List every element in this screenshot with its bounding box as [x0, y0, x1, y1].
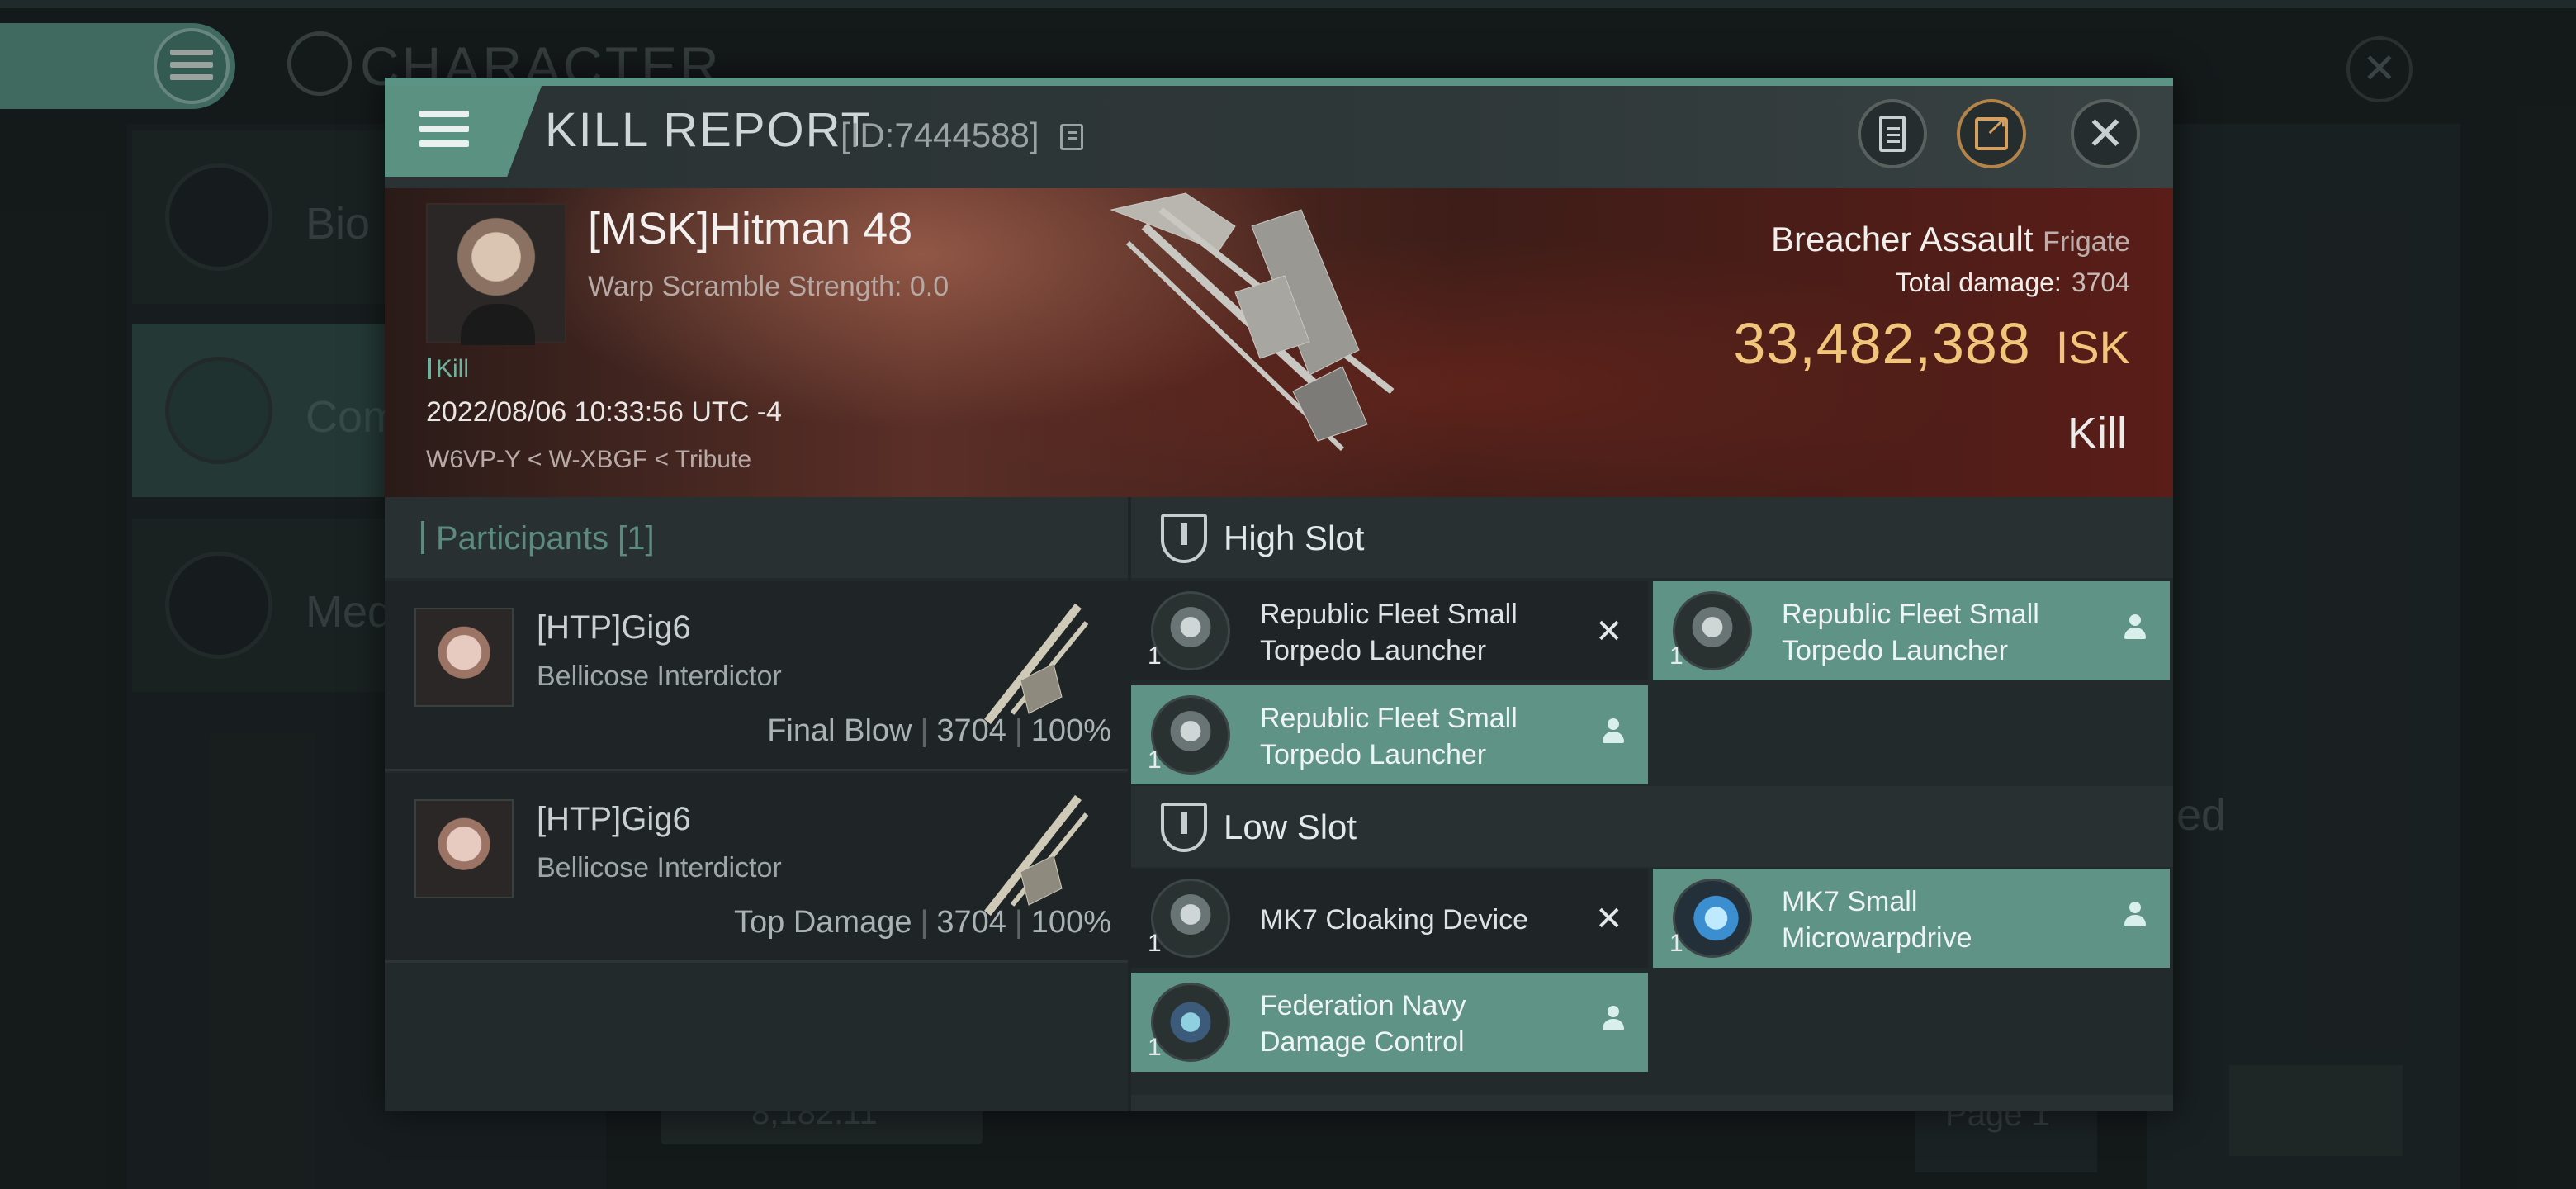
kill-report-dialog: KILL REPORT [ID:7444588] ✕ [MSK]Hitman 4…	[385, 78, 2173, 1111]
clipboard-icon	[1879, 116, 1906, 152]
fittings-panel: High Slot 1 Republic Fleet Small Torpedo…	[1131, 497, 2173, 1111]
microwarpdrive-icon	[1673, 879, 1752, 958]
torpedo-launcher-icon	[1151, 695, 1230, 775]
module-quantity: 1	[1669, 930, 1683, 957]
isk-value-row: 33,482,388 ISK	[1733, 310, 2130, 377]
participant-damage: 3704	[936, 905, 1006, 940]
module-name: Republic Fleet Small Torpedo Launcher	[1260, 703, 1518, 770]
participant-ship: Bellicose Interdictor	[537, 661, 782, 692]
kill-id: [ID:7444588]	[841, 116, 1039, 154]
dialog-accent-line	[385, 78, 2173, 86]
torpedo-launcher-icon	[1151, 591, 1230, 670]
dropped-person-icon	[1602, 1006, 1625, 1035]
mid-slot-header-partial	[1131, 1095, 2173, 1111]
dropped-person-icon	[2124, 614, 2147, 644]
victim-ship-image	[1110, 192, 1395, 452]
module-name: MK7 Cloaking Device	[1260, 904, 1529, 936]
high-slot-title: High Slot	[1224, 519, 1365, 557]
module-quantity: 1	[1148, 1034, 1162, 1061]
ship-name: Breacher Assault	[1770, 220, 2034, 258]
module-quantity: 1	[1148, 642, 1162, 670]
participant-name: [HTP]Gig6	[537, 801, 691, 837]
module-item[interactable]: 1 MK7 Cloaking Device ✕	[1131, 869, 1648, 968]
low-slot-header: Low Slot	[1131, 786, 2173, 867]
destroyed-icon: ✕	[1595, 613, 1623, 650]
cloaking-device-icon	[1151, 879, 1230, 958]
destroyed-icon: ✕	[1595, 901, 1623, 937]
isk-unit: ISK	[2055, 321, 2130, 373]
module-quantity: 1	[1148, 746, 1162, 774]
module-name: Republic Fleet Small Torpedo Launcher	[1260, 599, 1518, 666]
low-slot-title: Low Slot	[1224, 808, 1357, 846]
participant-role: Final Blow	[767, 713, 912, 748]
participant-row[interactable]: [HTP]Gig6 Bellicose Interdictor Final Bl…	[385, 581, 1128, 771]
high-slot-header: High Slot	[1131, 497, 2173, 578]
participant-stats: Top Damage | 3704 | 100%	[734, 905, 1111, 940]
dropped-person-icon	[2124, 902, 2147, 931]
dialog-title: KILL REPORT	[545, 103, 872, 157]
share-button[interactable]	[1957, 99, 2026, 168]
participant-percent: 100%	[1030, 713, 1111, 748]
low-slot-icon	[1161, 803, 1207, 852]
dropped-person-icon	[1602, 718, 1625, 748]
module-name: MK7 Small Microwarpdrive	[1782, 886, 1972, 954]
participant-ship: Bellicose Interdictor	[537, 852, 782, 883]
victim-name[interactable]: [MSK]Hitman 48	[588, 203, 912, 254]
high-slot-icon	[1161, 514, 1207, 563]
close-icon: ✕	[2086, 107, 2125, 159]
participant-percent: 100%	[1030, 905, 1111, 940]
participants-panel: Participants [1] [HTP]Gig6 Bellicose Int…	[385, 497, 1128, 1111]
kill-tag: Kill	[428, 355, 469, 383]
module-name: Federation Navy Damage Control	[1260, 990, 1466, 1058]
participant-avatar	[414, 608, 514, 707]
share-icon	[1975, 109, 2009, 150]
torpedo-launcher-icon	[1673, 591, 1752, 670]
module-quantity: 1	[1669, 642, 1683, 670]
participant-stats: Final Blow | 3704 | 100%	[767, 713, 1111, 748]
total-damage: Total damage: 3704	[1896, 268, 2130, 298]
participant-damage: 3704	[936, 713, 1006, 748]
participants-header: Participants [1]	[385, 497, 1128, 578]
menu-icon	[419, 111, 469, 147]
participants-title: Participants [1]	[421, 520, 655, 557]
warp-scramble-strength: Warp Scramble Strength: 0.0	[588, 271, 949, 302]
damage-control-icon	[1151, 983, 1230, 1062]
victim-ship-name[interactable]: Breacher Assault Frigate	[1771, 220, 2130, 259]
kill-datetime: 2022/08/06 10:33:56 UTC -4	[426, 396, 782, 428]
module-item[interactable]: 1 Republic Fleet Small Torpedo Launcher	[1653, 581, 2170, 680]
participant-name: [HTP]Gig6	[537, 609, 691, 646]
participant-role: Top Damage	[734, 905, 912, 940]
clipboard-button[interactable]	[1858, 99, 1927, 168]
module-item[interactable]: 1 Federation Navy Damage Control	[1131, 973, 1648, 1072]
module-item[interactable]: 1 MK7 Small Microwarpdrive	[1653, 869, 2170, 968]
module-item[interactable]: 1 Republic Fleet Small Torpedo Launcher	[1131, 685, 1648, 784]
participant-avatar	[414, 799, 514, 898]
kill-location: W6VP-Y < W-XBGF < Tribute	[426, 446, 752, 473]
ship-class: Frigate	[2043, 226, 2130, 258]
module-item[interactable]: 1 Republic Fleet Small Torpedo Launcher …	[1131, 581, 1648, 680]
victim-portrait[interactable]	[426, 203, 566, 345]
kill-result-label: Kill	[2067, 409, 2127, 458]
participant-row[interactable]: [HTP]Gig6 Bellicose Interdictor Top Dama…	[385, 773, 1128, 963]
module-name: Republic Fleet Small Torpedo Launcher	[1782, 599, 2039, 666]
close-button[interactable]: ✕	[2071, 99, 2140, 168]
total-damage-label: Total damage:	[1895, 268, 2062, 297]
module-quantity: 1	[1148, 930, 1162, 957]
isk-value: 33,482,388	[1733, 311, 2031, 376]
copy-icon[interactable]	[1060, 124, 1083, 150]
total-damage-value: 3704	[2071, 268, 2130, 297]
